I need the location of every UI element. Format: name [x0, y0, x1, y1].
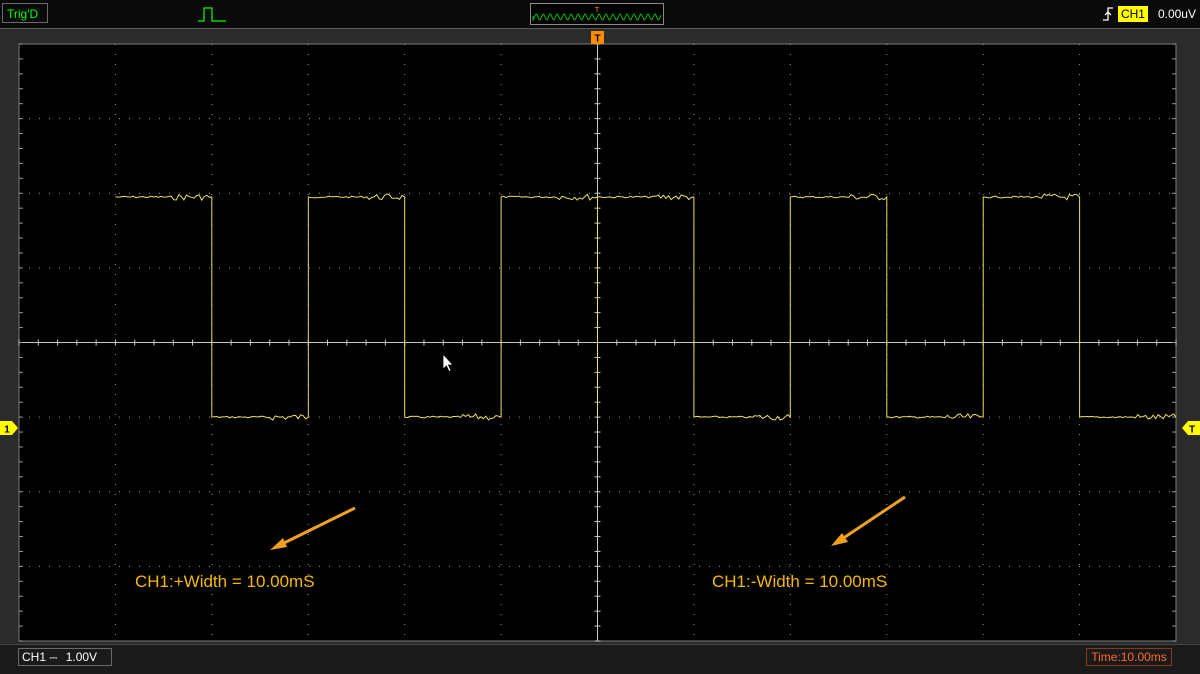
ch1-ground-marker[interactable]: 1 — [0, 421, 18, 436]
dc-coupling-icon: ⎓ — [49, 653, 57, 664]
trigger-level-marker-label: T — [1189, 425, 1195, 436]
trigger-channel-badge: CH1 — [1117, 6, 1148, 22]
overview-trigger-marker: T — [595, 7, 600, 14]
negative-width-measurement: CH1:-Width = 10.00mS — [712, 572, 887, 591]
waveform-overview[interactable]: T — [530, 3, 664, 25]
status-bar: Trig'D T CH1 0.00uV — [0, 0, 1200, 29]
time-base-readout[interactable]: Time:10.00ms — [1086, 648, 1172, 666]
volts-per-div-value: 1.00V — [65, 650, 98, 664]
trigger-status: Trig'D — [2, 3, 48, 23]
ch1-ground-marker-label: 1 — [4, 425, 10, 436]
footer-bar: CH1 ⎓ 1.00V Time:10.00ms — [0, 644, 1200, 674]
ch1-scale-readout[interactable]: CH1 ⎓ 1.00V — [18, 648, 112, 666]
positive-width-measurement: CH1:+Width = 10.00mS — [135, 572, 315, 591]
footer-channel-label: CH1 — [22, 650, 47, 664]
trigger-info[interactable]: CH1 0.00uV — [1102, 5, 1196, 23]
trigger-position-label: T — [594, 34, 600, 45]
trigger-level-marker[interactable]: T — [1182, 421, 1200, 436]
waveform-display[interactable]: T 1 T CH1:+Width = 10.00mS CH1:-Width = … — [0, 29, 1200, 644]
trigger-level-value: 0.00uV — [1157, 7, 1196, 21]
overview-wave: T — [532, 7, 662, 22]
rising-edge-icon — [1102, 7, 1113, 21]
trigger-position-marker[interactable]: T — [591, 31, 604, 45]
pulse-icon — [198, 7, 226, 22]
